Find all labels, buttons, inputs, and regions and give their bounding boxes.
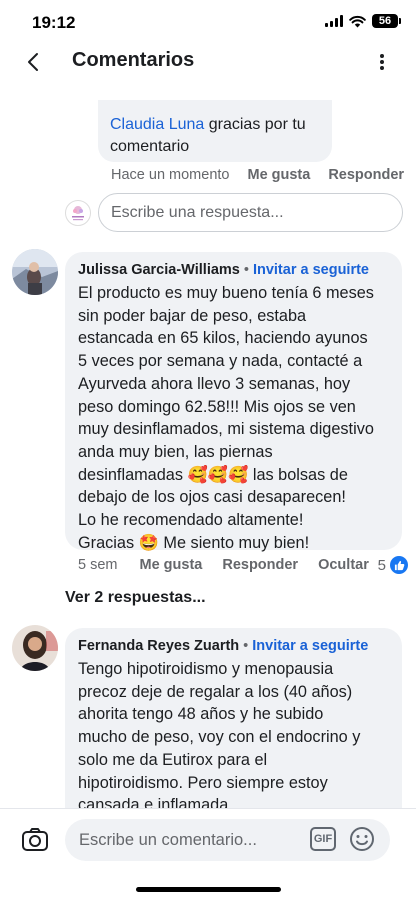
- comment-header: Julissa Garcia-Williams • Invitar a segu…: [78, 262, 390, 278]
- status-bar: 19:12 56: [0, 0, 416, 46]
- like-button[interactable]: Me gusta: [247, 167, 310, 183]
- comment-input[interactable]: Escribe un comentario... GIF: [65, 819, 390, 861]
- comment-input-placeholder: Escribe un comentario...: [79, 830, 257, 849]
- reply-bubble: Claudia Luna gracias por tu comentario: [98, 100, 332, 162]
- header: Comentarios: [0, 46, 416, 76]
- mention-link[interactable]: Claudia Luna: [110, 116, 204, 133]
- separator-dot: •: [243, 638, 249, 654]
- comment-composer: Escribe un comentario... GIF: [0, 808, 416, 901]
- chevron-left-icon[interactable]: [22, 50, 46, 74]
- reaction-count-value: 5: [377, 556, 386, 574]
- reply-button[interactable]: Responder: [222, 557, 298, 573]
- commenter-name[interactable]: Julissa Garcia-Williams: [78, 262, 240, 278]
- camera-icon[interactable]: [20, 824, 50, 854]
- avatar-photo: [12, 249, 58, 295]
- reply-text-line1: Claudia Luna gracias por tu: [110, 116, 306, 133]
- reply-text-line2: comentario: [110, 138, 190, 155]
- reaction-count[interactable]: 5: [378, 556, 408, 574]
- status-icons: 56: [325, 14, 401, 28]
- invite-follow-link[interactable]: Invitar a seguirte: [252, 638, 368, 654]
- thumbs-up-icon: [390, 556, 408, 574]
- comment-text: El producto es muy bueno tenía 6 meses s…: [78, 284, 374, 552]
- comment-time: 5 sem: [78, 557, 118, 573]
- comment-actions: 5 sem Me gusta Responder Ocultar 5: [78, 556, 408, 574]
- battery-icon: 56: [372, 14, 401, 28]
- separator-dot: •: [243, 262, 249, 278]
- gif-icon[interactable]: GIF: [310, 827, 336, 851]
- avatar-photo: [12, 625, 58, 671]
- comment-header: Fernanda Reyes Zuarth • Invitar a seguir…: [78, 638, 390, 654]
- like-button[interactable]: Me gusta: [140, 557, 203, 573]
- cellular-signal-icon: [325, 15, 343, 27]
- page-title: Comentarios: [72, 49, 195, 71]
- comment-text: Tengo hipotiroidismo y menopausia precoz…: [78, 660, 361, 815]
- page-avatar: [65, 200, 91, 226]
- more-vertical-icon[interactable]: [374, 50, 390, 74]
- hide-button[interactable]: Ocultar: [318, 557, 369, 573]
- avatar[interactable]: [12, 625, 58, 671]
- reply-time: Hace un momento: [111, 167, 230, 183]
- smiley-icon[interactable]: [348, 825, 376, 853]
- reply-actions: Hace un momento Me gusta Responder: [111, 167, 404, 183]
- home-indicator: [136, 887, 281, 892]
- commenter-name[interactable]: Fernanda Reyes Zuarth: [78, 638, 239, 654]
- reply-button[interactable]: Responder: [328, 167, 404, 183]
- reply-input[interactable]: Escribe una respuesta...: [98, 193, 403, 232]
- comment-bubble: Julissa Garcia-Williams • Invitar a segu…: [65, 252, 402, 552]
- wifi-icon: [349, 15, 366, 27]
- comment-bubble: Fernanda Reyes Zuarth • Invitar a seguir…: [65, 628, 402, 828]
- view-replies-link[interactable]: Ver 2 respuestas...: [65, 589, 206, 607]
- avatar[interactable]: [12, 249, 58, 295]
- invite-follow-link[interactable]: Invitar a seguirte: [253, 262, 369, 278]
- status-time: 19:12: [32, 13, 76, 32]
- page-logo-icon: [72, 206, 84, 221]
